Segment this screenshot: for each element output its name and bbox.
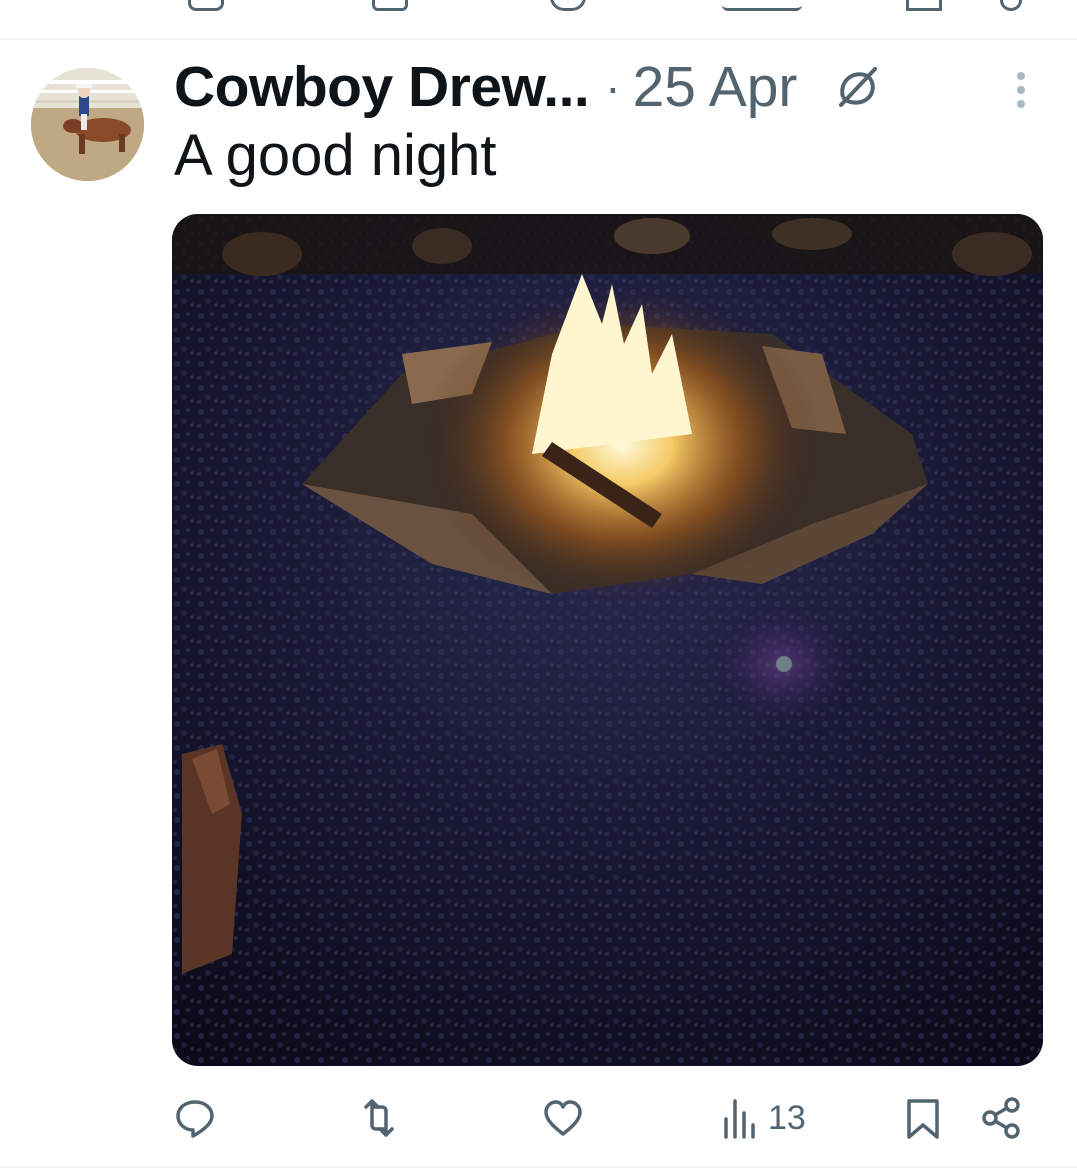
fire-pit-photo-icon <box>172 214 1043 1066</box>
avatar[interactable] <box>31 68 144 181</box>
previous-bookmark-icon[interactable] <box>906 0 942 11</box>
author-name[interactable]: Cowboy Drew... <box>174 54 590 120</box>
tweet-date[interactable]: 25 Apr <box>633 54 798 120</box>
tweet-media[interactable] <box>172 214 1043 1066</box>
more-options-icon[interactable] <box>1008 70 1034 110</box>
previous-views-icon[interactable] <box>722 0 802 11</box>
like-button[interactable] <box>542 1090 584 1146</box>
tweet-action-bar: 13 <box>0 1090 1077 1146</box>
retweet-button[interactable] <box>358 1090 400 1146</box>
separator-dot: · <box>605 61 621 113</box>
tweet-text: A good night <box>174 123 497 188</box>
share-button[interactable] <box>980 1090 1022 1146</box>
divider-bottom <box>0 1166 1077 1168</box>
reply-icon <box>176 1100 214 1138</box>
previous-retweet-icon[interactable] <box>372 0 408 11</box>
previous-share-icon[interactable] <box>1000 0 1022 11</box>
views-button[interactable]: 13 <box>720 1090 806 1146</box>
reply-button[interactable] <box>174 1090 216 1146</box>
grok-icon[interactable] <box>833 63 881 111</box>
previous-heart-icon[interactable] <box>550 0 586 11</box>
views-icon <box>724 1099 755 1139</box>
previous-tweet-action-bar <box>0 0 1077 12</box>
views-count: 13 <box>768 1098 806 1137</box>
share-icon <box>982 1097 1020 1139</box>
divider-top <box>0 38 1077 40</box>
bookmark-icon <box>907 1099 939 1139</box>
retweet-icon <box>364 1099 394 1137</box>
previous-reply-icon[interactable] <box>188 0 224 11</box>
avatar-cowboy-on-horse-icon <box>31 68 144 181</box>
heart-icon <box>544 1100 582 1136</box>
bookmark-button[interactable] <box>902 1090 944 1146</box>
tweet-header: Cowboy Drew... · 25 Apr <box>174 52 881 122</box>
